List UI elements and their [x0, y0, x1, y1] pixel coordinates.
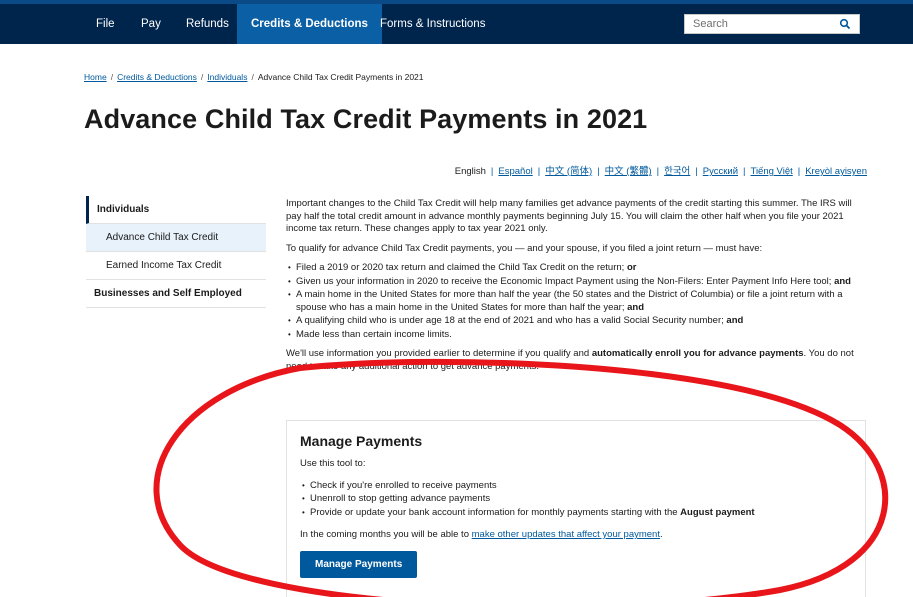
- language-divider: |: [797, 166, 801, 177]
- list-item: Check if you're enrolled to receive paym…: [300, 480, 852, 493]
- list-item-text: A main home in the United States for mor…: [296, 289, 843, 313]
- intro-paragraph: Important changes to the Child Tax Credi…: [286, 198, 852, 234]
- breadcrumb-separator: /: [251, 72, 254, 82]
- language-chinese-simplified[interactable]: 中文 (简体): [545, 166, 592, 177]
- nav-item-refunds[interactable]: Refunds: [180, 4, 235, 44]
- language-divider: |: [537, 166, 541, 177]
- language-russian[interactable]: Русский: [703, 166, 738, 177]
- language-divider: |: [490, 166, 494, 177]
- breadcrumb-credits-deductions[interactable]: Credits & Deductions: [117, 72, 197, 82]
- page-title: Advance Child Tax Credit Payments in 202…: [84, 104, 648, 134]
- list-item: A main home in the United States for mor…: [286, 289, 868, 314]
- search-placeholder: Search: [693, 18, 728, 30]
- sidebar-item-businesses-self-employed[interactable]: Businesses and Self Employed: [86, 280, 266, 308]
- list-item-text: Given us your information in 2020 to rec…: [296, 275, 835, 287]
- auto-enroll-text: We'll use information you provided earli…: [286, 348, 592, 359]
- language-divider: |: [656, 166, 660, 177]
- list-item-text: Filed a 2019 or 2020 tax return and clai…: [296, 262, 627, 273]
- list-item: A qualifying child who is under age 18 a…: [286, 315, 868, 328]
- auto-enroll-emphasis: automatically enroll you for advance pay…: [591, 348, 804, 359]
- coming-months-end: .: [659, 529, 663, 540]
- list-item: Unenroll to stop getting advance payment…: [300, 493, 852, 506]
- language-divider: |: [695, 166, 698, 177]
- breadcrumb-individuals[interactable]: Individuals: [207, 72, 247, 82]
- list-item: Given us your information in 2020 to rec…: [286, 276, 868, 289]
- list-item: Made less than certain income limits.: [286, 329, 868, 342]
- sidebar-item-earned-income-tax-credit[interactable]: Earned Income Tax Credit: [86, 252, 266, 280]
- top-navigation: File Pay Refunds Credits & Deductions Fo…: [0, 0, 913, 48]
- list-item-text: Check if you're enrolled to receive paym…: [310, 479, 497, 491]
- list-item-emphasis: and: [726, 315, 744, 326]
- list-item-text: Unenroll to stop getting advance payment…: [310, 493, 491, 504]
- list-item-emphasis: and: [834, 275, 851, 287]
- list-item: Filed a 2019 or 2020 tax return and clai…: [286, 262, 868, 275]
- panel-title: Manage Payments: [300, 433, 423, 449]
- language-haitian-creole[interactable]: Kreyòl ayisyen: [805, 166, 867, 177]
- search-input[interactable]: Search: [684, 14, 860, 34]
- list-item-text: A qualifying child who is under age 18 a…: [296, 315, 727, 326]
- coming-months-text: In the coming months you will be able to: [300, 529, 472, 540]
- coming-months-paragraph: In the coming months you will be able to…: [300, 529, 852, 542]
- breadcrumb: Home / Credits & Deductions / Individuals / Ad…: [84, 72, 424, 82]
- panel-lead: Use this tool to:: [300, 458, 366, 469]
- language-divider: |: [743, 166, 746, 177]
- list-item-emphasis: and: [627, 301, 644, 313]
- main-content: Important changes to the Child Tax Credi…: [286, 198, 868, 380]
- qualify-paragraph: To qualify for advance Child Tax Credit …: [286, 242, 763, 254]
- list-item-text: Provide or update your bank account info…: [310, 506, 681, 518]
- manage-payments-button[interactable]: Manage Payments: [300, 550, 418, 578]
- language-spanish[interactable]: Español: [498, 166, 532, 177]
- language-current: English: [454, 166, 486, 177]
- search-icon[interactable]: [839, 18, 851, 30]
- sidebar-heading-individuals[interactable]: Individuals: [86, 196, 266, 224]
- panel-bullets: Check if you're enrolled to receive paym…: [300, 480, 852, 520]
- nav-item-file[interactable]: File: [90, 4, 121, 44]
- list-item-emphasis: or: [626, 262, 637, 273]
- language-selector: English | Español | 中文 (简体) | 中文 (繁體) | 한국어 | Русс…: [455, 163, 867, 177]
- list-item: Provide or update your bank account info…: [300, 507, 852, 520]
- breadcrumb-separator: /: [110, 72, 114, 82]
- auto-enroll-paragraph: We'll use information you provided earli…: [286, 348, 868, 373]
- nav-bar: File Pay Refunds Credits & Deductions Fo…: [0, 0, 913, 44]
- breadcrumb-current: Advance Child Tax Credit Payments in 202…: [257, 72, 424, 82]
- nav-item-forms-instructions[interactable]: Forms & Instructions: [374, 4, 491, 44]
- breadcrumb-separator: /: [200, 72, 204, 82]
- language-vietnamese[interactable]: Tiếng Việt: [751, 166, 793, 177]
- language-divider: |: [597, 166, 600, 177]
- sidebar-item-advance-child-tax-credit[interactable]: Advance Child Tax Credit: [86, 224, 266, 252]
- other-updates-link[interactable]: make other updates that affect your paym…: [472, 529, 660, 540]
- sidebar: Individuals Advance Child Tax Credit Ear…: [86, 196, 266, 308]
- manage-payments-panel: Manage Payments Use this tool to: Check …: [286, 420, 866, 597]
- breadcrumb-home[interactable]: Home: [84, 72, 107, 82]
- requirements-list: Filed a 2019 or 2020 tax return and clai…: [286, 262, 868, 341]
- list-item-emphasis: August payment: [680, 506, 755, 518]
- list-item-text: Made less than certain income limits.: [296, 328, 452, 340]
- language-chinese-traditional[interactable]: 中文 (繁體): [605, 166, 652, 177]
- nav-item-credits-deductions[interactable]: Credits & Deductions: [237, 4, 382, 44]
- nav-item-pay[interactable]: Pay: [135, 4, 167, 44]
- language-korean[interactable]: 한국어: [664, 166, 690, 177]
